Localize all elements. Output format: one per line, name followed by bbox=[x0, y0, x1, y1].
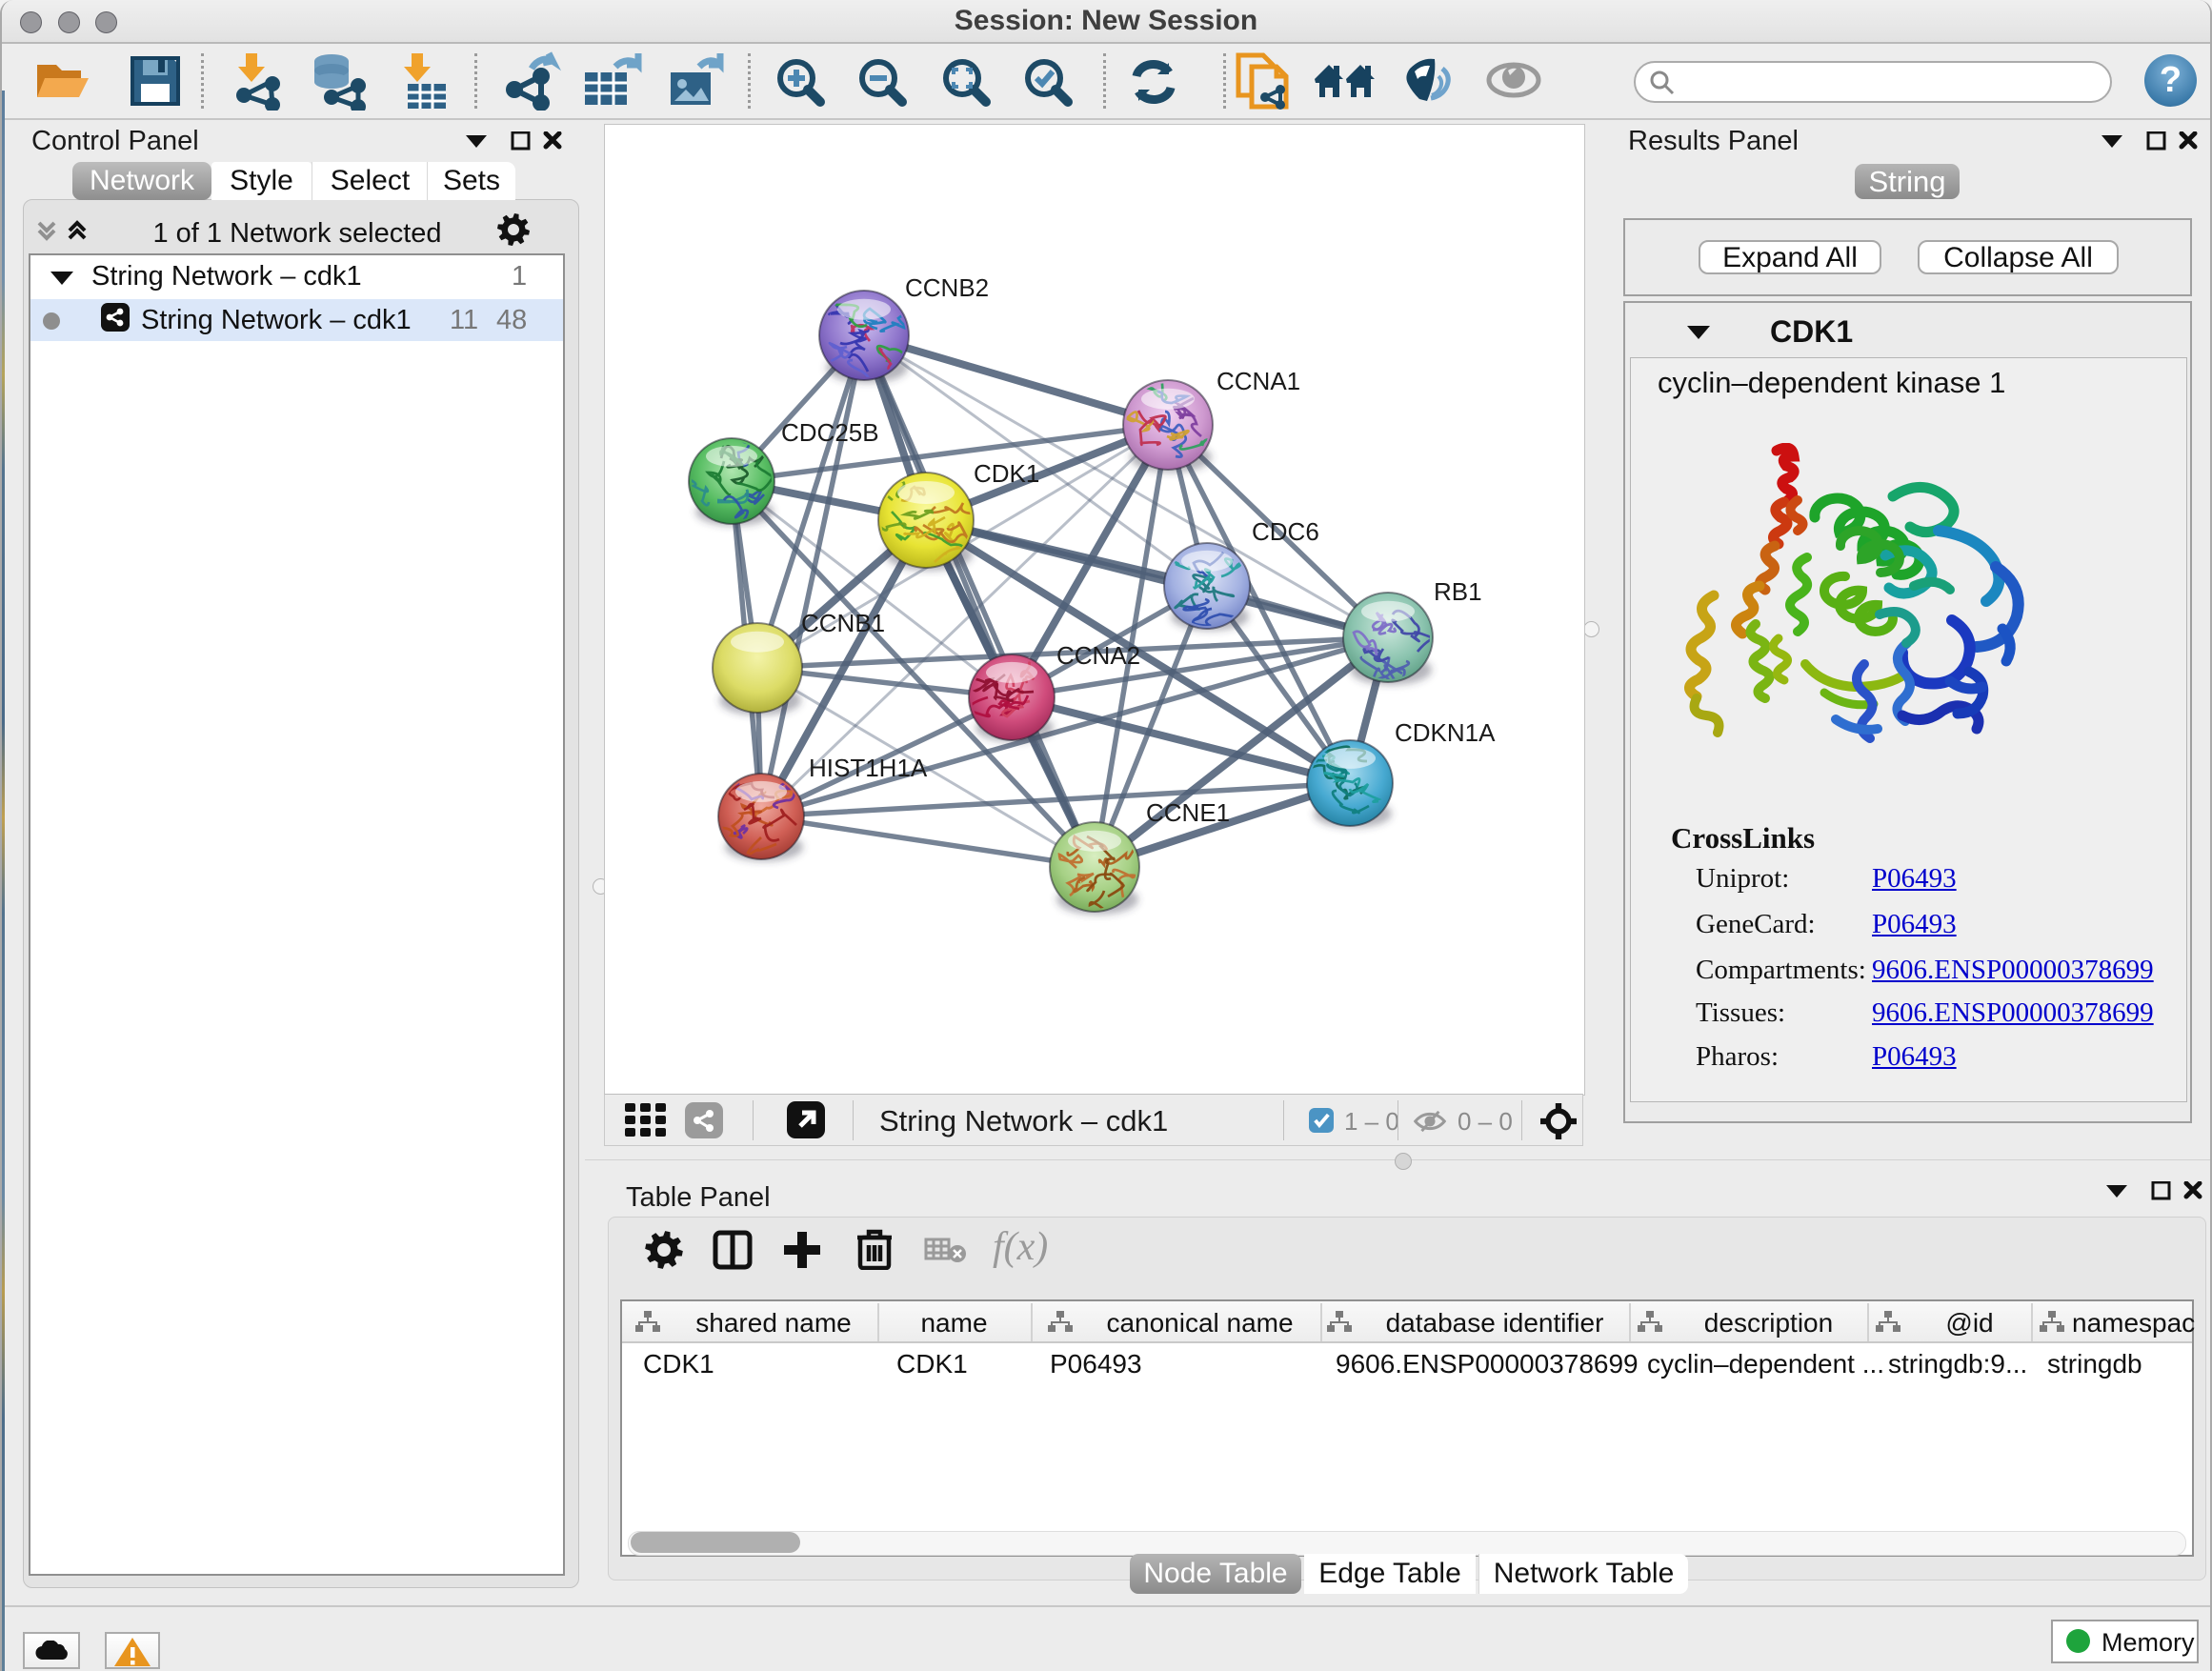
svg-text:CDC6: CDC6 bbox=[1252, 517, 1319, 546]
svg-text:CCNB2: CCNB2 bbox=[905, 273, 989, 302]
svg-text:HIST1H1A: HIST1H1A bbox=[809, 754, 928, 782]
svg-text:CDK1: CDK1 bbox=[974, 459, 1039, 488]
svg-text:CDKN1A: CDKN1A bbox=[1395, 718, 1496, 747]
svg-text:CCNA2: CCNA2 bbox=[1056, 641, 1140, 670]
svg-text:CCNB1: CCNB1 bbox=[801, 609, 885, 637]
svg-text:CDC25B: CDC25B bbox=[781, 418, 879, 447]
svg-text:RB1: RB1 bbox=[1434, 577, 1482, 606]
svg-text:CCNA1: CCNA1 bbox=[1217, 367, 1300, 395]
svg-text:CCNE1: CCNE1 bbox=[1146, 798, 1230, 827]
